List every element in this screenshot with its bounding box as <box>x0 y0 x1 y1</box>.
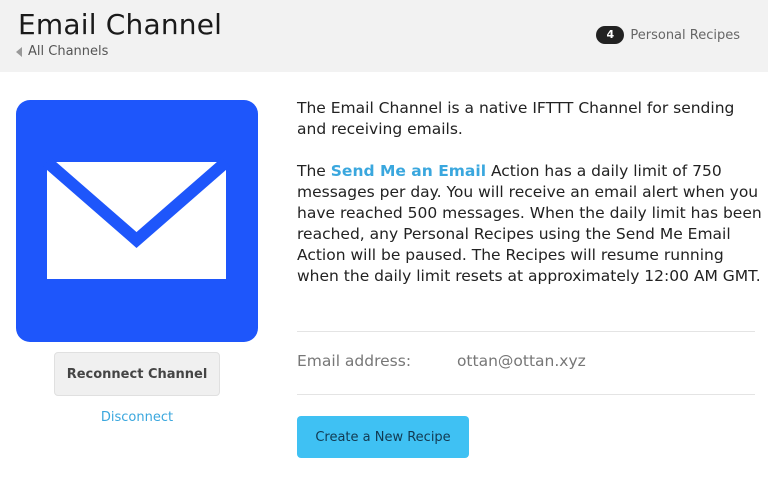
email-address-value: ottan@ottan.xyz <box>456 352 586 370</box>
description-intro: The Email Channel is a native IFTTT Chan… <box>297 99 735 138</box>
channel-logo <box>16 100 258 342</box>
back-caret-icon <box>16 46 22 57</box>
description-limit: The Send Me an Email Action has a daily … <box>297 161 762 287</box>
reconnect-channel-button[interactable]: Reconnect Channel <box>54 352 220 396</box>
page-title: Email Channel <box>18 8 223 41</box>
send-me-an-email-link[interactable]: Send Me an Email <box>331 162 486 180</box>
personal-recipes-link[interactable]: 4 Personal Recipes <box>596 26 740 44</box>
divider <box>297 394 755 395</box>
envelope-icon <box>43 157 230 279</box>
email-address-row: Email address: ottan@ottan.xyz <box>297 352 586 370</box>
personal-recipes-label: Personal Recipes <box>630 27 740 43</box>
channel-description: The Email Channel is a native IFTTT Chan… <box>297 98 762 308</box>
divider <box>297 331 755 332</box>
all-channels-label: All Channels <box>28 44 109 59</box>
email-address-label: Email address: <box>297 352 412 370</box>
create-recipe-button[interactable]: Create a New Recipe <box>297 416 469 458</box>
page-header: Email Channel All Channels 4 Personal Re… <box>0 0 768 72</box>
recipe-count-badge: 4 <box>596 26 625 44</box>
disconnect-link[interactable]: Disconnect <box>0 410 274 425</box>
limit-text: Action has a daily limit of 750 messages… <box>297 162 762 285</box>
limit-prefix: The <box>297 162 331 180</box>
all-channels-link[interactable]: All Channels <box>16 44 108 59</box>
